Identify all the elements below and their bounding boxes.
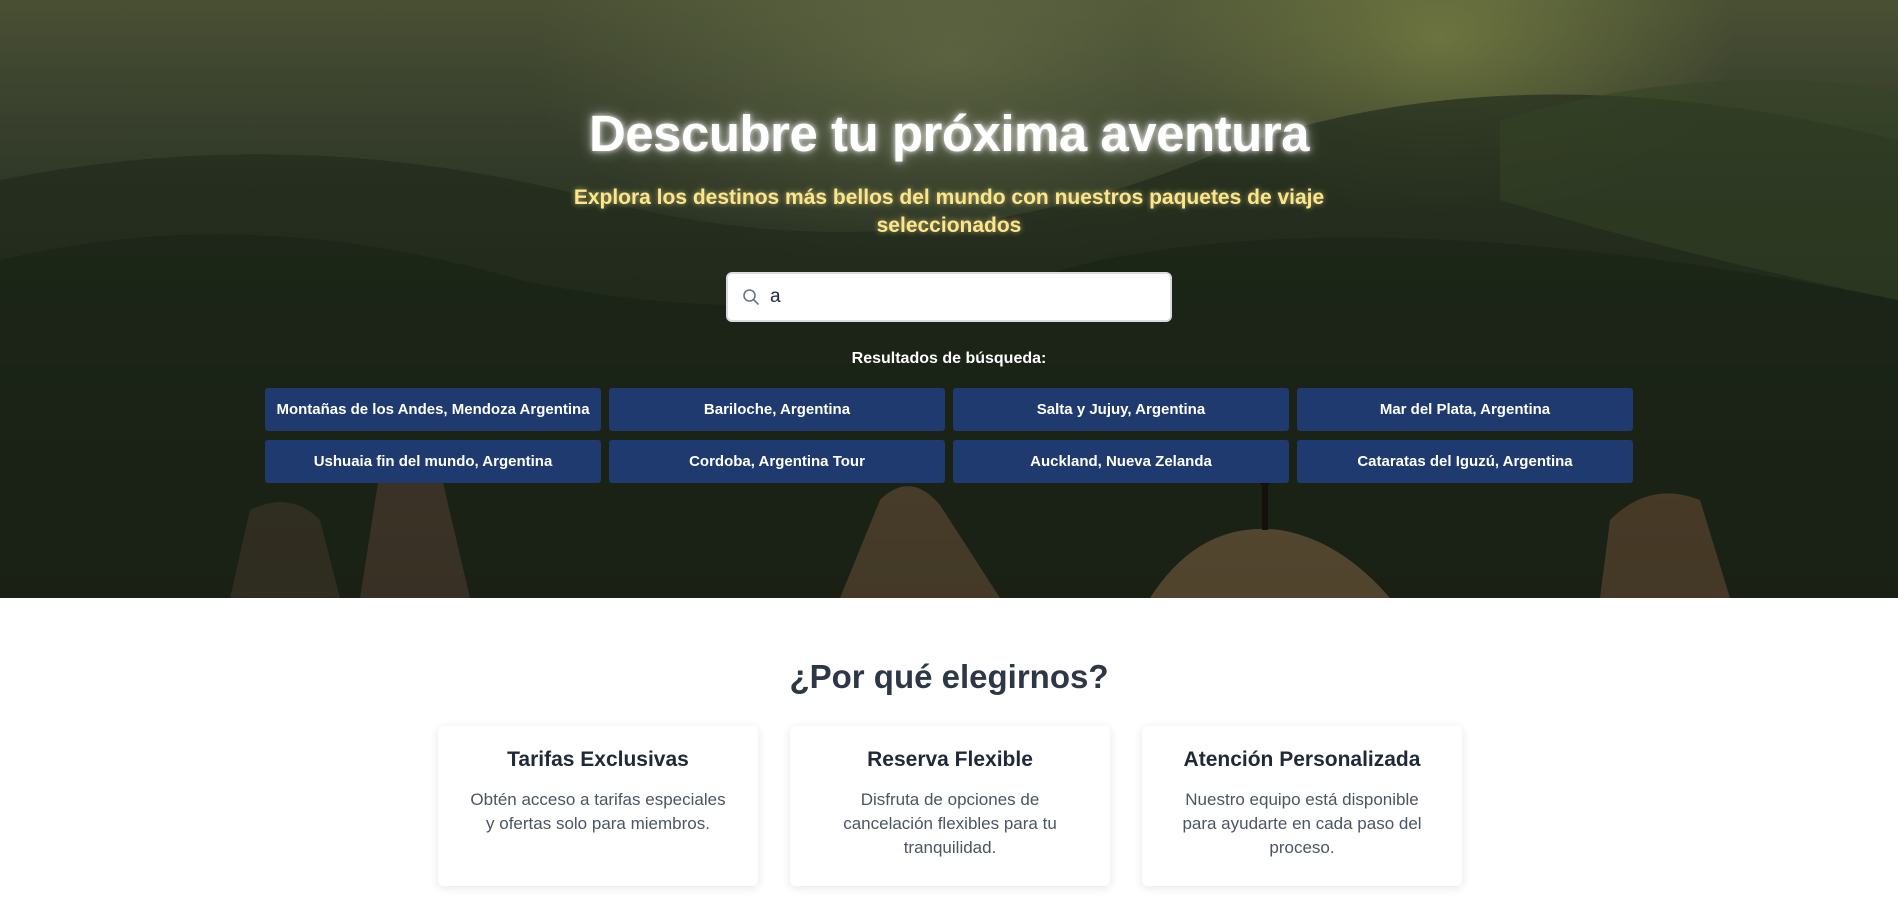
feature-card-atencion: Atención Personalizada Nuestro equipo es… xyxy=(1142,726,1462,886)
card-title: Atención Personalizada xyxy=(1183,748,1421,771)
result-item-bariloche[interactable]: Bariloche, Argentina xyxy=(609,388,945,431)
feature-cards: Tarifas Exclusivas Obtén acceso a tarifa… xyxy=(438,726,1462,886)
card-text: Obtén acceso a tarifas especiales y ofer… xyxy=(470,790,726,833)
feature-card-reserva: Reserva Flexible Disfruta de opciones de… xyxy=(790,726,1110,886)
search-icon xyxy=(742,288,760,306)
result-item-mar-del-plata[interactable]: Mar del Plata, Argentina xyxy=(1297,388,1633,431)
result-item-mendoza[interactable]: Montañas de los Andes, Mendoza Argentina xyxy=(265,388,601,431)
hero-title: Descubre tu próxima aventura xyxy=(588,105,1310,162)
search-results-label: Resultados de búsqueda: xyxy=(851,350,1047,367)
feature-card-tarifas: Tarifas Exclusivas Obtén acceso a tarifa… xyxy=(438,726,758,886)
card-text: Nuestro equipo está disponible para ayud… xyxy=(1182,790,1422,857)
card-title: Reserva Flexible xyxy=(867,748,1033,771)
card-text: Disfruta de opciones de cancelación flex… xyxy=(843,790,1057,857)
search-box[interactable] xyxy=(726,272,1172,322)
search-input[interactable] xyxy=(768,276,1170,318)
result-item-salta-jujuy[interactable]: Salta y Jujuy, Argentina xyxy=(953,388,1289,431)
section-title: ¿Por qué elegirnos? xyxy=(789,658,1109,695)
result-item-cordoba[interactable]: Cordoba, Argentina Tour xyxy=(609,440,945,483)
result-item-ushuaia[interactable]: Ushuaia fin del mundo, Argentina xyxy=(265,440,601,483)
why-choose-us-section: ¿Por qué elegirnos? Tarifas Exclusivas O… xyxy=(0,598,1898,911)
search-results-grid: Montañas de los Andes, Mendoza Argentina… xyxy=(265,388,1633,483)
result-item-cataratas[interactable]: Cataratas del Iguzú, Argentina xyxy=(1297,440,1633,483)
hero-section: Descubre tu próxima aventura Explora los… xyxy=(0,0,1898,598)
card-title: Tarifas Exclusivas xyxy=(507,748,689,771)
hero-subtitle: Explora los destinos más bellos del mund… xyxy=(573,186,1325,237)
result-item-auckland[interactable]: Auckland, Nueva Zelanda xyxy=(953,440,1289,483)
